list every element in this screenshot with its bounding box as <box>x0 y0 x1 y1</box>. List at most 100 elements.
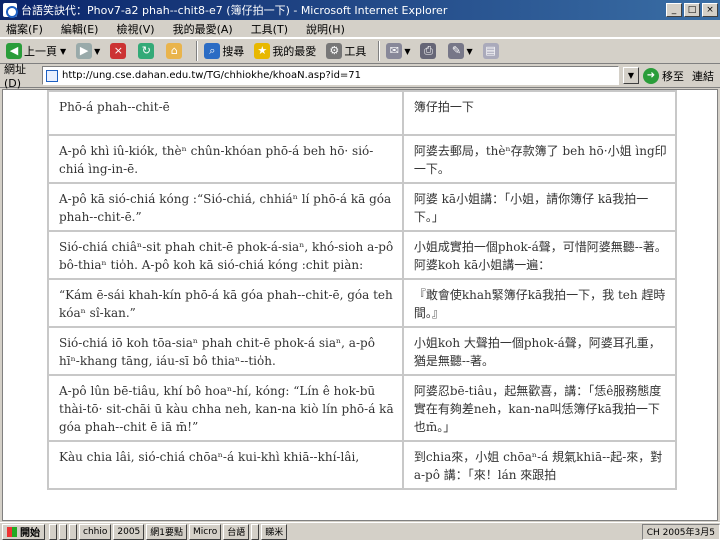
links-button[interactable]: 連結 <box>692 68 714 84</box>
address-bar: 網址(D) http://ung.cse.dahan.edu.tw/TG/chh… <box>0 63 720 90</box>
taskbar-item[interactable] <box>49 523 57 540</box>
taskbar-item[interactable] <box>69 523 77 540</box>
table-row: Kàu chia lâi, sió-chiá chōaⁿ-á kui-khì k… <box>47 440 678 490</box>
forward-arrow-icon: ▶ <box>76 43 93 59</box>
hanji-cell: 阿婆去郵局，thèⁿ存款簿了 beh hō·小姐 ìng印一下。 <box>401 134 678 184</box>
romanized-cell: Kàu chia lâi, sió-chiá chōaⁿ-á kui-khì k… <box>47 440 404 490</box>
table-row: Sió-chiá chiâⁿ-sit phah chit-ē phok-á-si… <box>47 230 678 280</box>
table-row: A-pô kā sió-chiá kóng :“Sió-chiá, chhiáⁿ… <box>47 182 678 232</box>
menu-tools[interactable]: 工具(T) <box>251 21 288 37</box>
taskbar-item[interactable]: Micro <box>189 523 222 540</box>
tools-button[interactable]: ⚙ 工具 <box>324 40 368 62</box>
romanized-cell: A-pô khì iû-kiók, thèⁿ chûn-khóan phō-á … <box>47 134 404 184</box>
taskbar-item[interactable]: 睇米 <box>261 523 288 540</box>
edit-button[interactable]: ✎ ▼ <box>446 40 474 62</box>
romanized-cell: A-pô kā sió-chiá kóng :“Sió-chiá, chhiáⁿ… <box>47 182 404 232</box>
toolbar-separator <box>196 41 199 61</box>
hanji-cell: 簿仔拍一下 <box>401 90 678 136</box>
windows-logo-icon <box>7 526 17 537</box>
mail-icon: ✉ <box>386 43 403 59</box>
minimize-button[interactable]: _ <box>666 3 682 17</box>
menu-file[interactable]: 檔案(F) <box>6 21 43 37</box>
chevron-down-icon: ▼ <box>60 46 67 56</box>
refresh-button[interactable]: ↻ <box>136 40 158 62</box>
toolbar-separator <box>378 41 381 61</box>
taskbar-item[interactable]: chhio <box>79 523 112 540</box>
address-dropdown-button[interactable]: ▼ <box>623 67 639 84</box>
home-button[interactable]: ⌂ <box>164 40 186 62</box>
menu-edit[interactable]: 編輯(E) <box>61 21 99 37</box>
chevron-down-icon: ▼ <box>466 46 473 56</box>
chevron-down-icon: ▼ <box>94 46 101 56</box>
system-tray: CH 2005年3月5 <box>641 523 720 540</box>
table-row: Sió-chiá iō koh tōa-siaⁿ phah chit-ē pho… <box>47 326 678 376</box>
toolbar: ◀ 上一頁 ▼ ▶ ▼ × ↻ ⌂ ⌕ 搜尋 ★ 我的最愛 ⚙ 工具 ✉ ▼ ⎙ … <box>0 38 720 64</box>
ie-logo-icon <box>3 3 18 18</box>
chevron-down-icon: ▼ <box>404 46 411 56</box>
edit-icon: ✎ <box>448 43 465 59</box>
home-icon: ⌂ <box>166 43 183 59</box>
favorites-label: 我的最愛 <box>272 45 317 58</box>
address-url: http://ung.cse.dahan.edu.tw/TG/chhiokhe/… <box>62 70 362 81</box>
stop-icon: × <box>110 43 127 59</box>
discuss-button[interactable]: ▤ <box>481 40 503 62</box>
refresh-icon: ↻ <box>138 43 155 59</box>
maximize-button[interactable]: □ <box>684 3 700 17</box>
go-arrow-icon: ➜ <box>643 67 659 84</box>
taskbar-item[interactable] <box>59 523 67 540</box>
table-row: Phō-á phah--chit-ē 簿仔拍一下 <box>47 90 678 136</box>
go-button[interactable]: ➜ 移至 <box>643 67 684 84</box>
taskbar-item[interactable]: 2005 <box>113 523 145 540</box>
taskbar-item[interactable] <box>251 523 260 540</box>
romanized-cell: A-pô lûn bē-tiâu, khí bô hoaⁿ-hí, kóng: … <box>47 374 404 442</box>
close-button[interactable]: × <box>702 3 718 17</box>
hanji-cell: 阿婆忍bē-tiâu，起無歡喜，講：「恁ê服務態度實在有夠差neh，kan-na… <box>401 374 678 442</box>
romanized-cell: Phō-á phah--chit-ē <box>47 90 404 136</box>
tools-label: 工具 <box>344 45 367 58</box>
hanji-cell: 小姐成實拍一個phok-á聲，可惜阿婆無聽--著。阿婆koh kā小姐講一遍： <box>401 230 678 280</box>
table-row: “Kám ē-sái khah-kín phō-á kā góa phah--c… <box>47 278 678 328</box>
go-label: 移至 <box>662 69 684 83</box>
star-icon: ★ <box>254 43 271 59</box>
ie-window: 台語笑訣代：Phov7-a2 phah--chit8-e7 (簿仔拍一下) - … <box>0 0 720 540</box>
menu-bar: 檔案(F) 編輯(E) 檢視(V) 我的最愛(A) 工具(T) 說明(H) <box>0 20 720 38</box>
menu-help[interactable]: 說明(H) <box>306 21 345 37</box>
romanized-cell: Sió-chiá iō koh tōa-siaⁿ phah chit-ē pho… <box>47 326 404 376</box>
favorites-button[interactable]: ★ 我的最愛 <box>252 40 318 62</box>
taskbar-item[interactable]: 網1要點 <box>146 523 188 540</box>
address-label: 網址(D) <box>4 63 26 90</box>
story-table: Phō-á phah--chit-ē 簿仔拍一下 A-pô khì iû-kió… <box>47 90 678 490</box>
romanized-cell: “Kám ē-sái khah-kín phō-á kā góa phah--c… <box>47 278 404 328</box>
search-icon: ⌕ <box>204 43 221 59</box>
romanized-cell: Sió-chiá chiâⁿ-sit phah chit-ē phok-á-si… <box>47 230 404 280</box>
title-bar: 台語笑訣代：Phov7-a2 phah--chit8-e7 (簿仔拍一下) - … <box>0 0 720 20</box>
back-label: 上一頁 <box>24 45 57 58</box>
page-content: Phō-á phah--chit-ē 簿仔拍一下 A-pô khì iû-kió… <box>2 89 718 521</box>
table-row: A-pô lûn bē-tiâu, khí bô hoaⁿ-hí, kóng: … <box>47 374 678 442</box>
search-label: 搜尋 <box>222 45 245 58</box>
taskbar: 開始 chhio 2005 網1要點 Micro 台語 睇米 CH 2005年3… <box>0 522 720 540</box>
hanji-cell: 『敢會使khah緊簿仔kā我拍一下，我 teh 趕時間。』 <box>401 278 678 328</box>
table-row: A-pô khì iû-kiók, thèⁿ chûn-khóan phō-á … <box>47 134 678 184</box>
forward-button[interactable]: ▶ ▼ <box>74 40 102 62</box>
start-button[interactable]: 開始 <box>2 523 45 540</box>
hanji-cell: 小姐koh 大聲拍一個phok-á聲，阿婆耳孔重，猶是無聽--著。 <box>401 326 678 376</box>
hanji-cell: 阿婆 kā小姐講：「小姐，請你簿仔 kā我拍一下。」 <box>401 182 678 232</box>
stop-button[interactable]: × <box>108 40 130 62</box>
print-icon: ⎙ <box>420 43 437 59</box>
address-input[interactable]: http://ung.cse.dahan.edu.tw/TG/chhiokhe/… <box>42 66 619 85</box>
hanji-cell: 到chia來，小姐 chōaⁿ-á 規氣khiā--起-來，對 a-pô 講：「… <box>401 440 678 490</box>
start-label: 開始 <box>20 528 40 539</box>
window-title: 台語笑訣代：Phov7-a2 phah--chit8-e7 (簿仔拍一下) - … <box>21 4 448 17</box>
gear-icon: ⚙ <box>326 43 343 59</box>
discuss-icon: ▤ <box>482 43 499 59</box>
menu-view[interactable]: 檢視(V) <box>116 21 154 37</box>
print-button[interactable]: ⎙ <box>418 40 440 62</box>
menu-favorites[interactable]: 我的最愛(A) <box>173 21 233 37</box>
mail-button[interactable]: ✉ ▼ <box>384 40 412 62</box>
taskbar-item[interactable]: 台語 <box>223 523 250 540</box>
back-button[interactable]: ◀ 上一頁 ▼ <box>4 40 68 62</box>
page-icon <box>46 69 58 82</box>
back-arrow-icon: ◀ <box>6 43 22 59</box>
search-button[interactable]: ⌕ 搜尋 <box>202 40 246 62</box>
